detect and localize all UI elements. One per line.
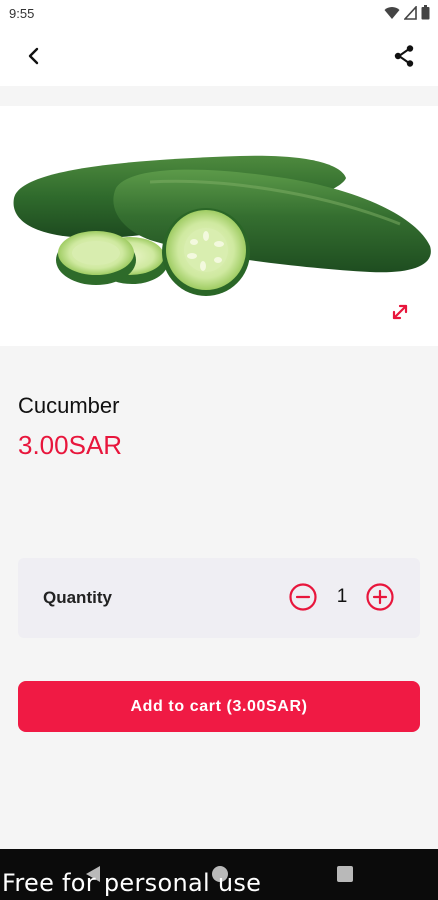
status-bar: 9:55 [0,0,438,28]
product-price: 3.00SAR [18,430,123,460]
plus-circle-icon [366,583,394,611]
product-name: Cucumber [18,393,120,418]
back-button[interactable] [14,36,54,76]
cucumber-image [13,155,431,296]
wifi-icon [384,6,400,19]
status-icons [384,5,430,20]
quantity-value: 1 [336,586,348,607]
product-image[interactable] [0,106,438,346]
expand-icon [392,304,408,320]
back-arrow-icon [28,47,39,65]
expand-image-button[interactable] [384,296,416,328]
watermark-text: Free for personal use [2,869,262,897]
share-button[interactable] [384,36,424,76]
increase-quantity-button[interactable] [365,582,395,617]
quantity-card: Quantity 1 [18,558,420,638]
add-to-cart-button[interactable]: Add to cart (3.00SAR) [18,681,420,732]
app-bar [0,28,438,86]
minus-circle-icon [289,583,317,611]
status-time: 9:55 [9,6,35,21]
signal-icon [404,5,417,20]
share-icon [394,45,414,67]
decrease-quantity-button[interactable] [288,582,318,617]
nav-recents-icon[interactable] [337,866,353,882]
battery-icon [421,5,430,20]
quantity-label: Quantity [43,588,112,607]
